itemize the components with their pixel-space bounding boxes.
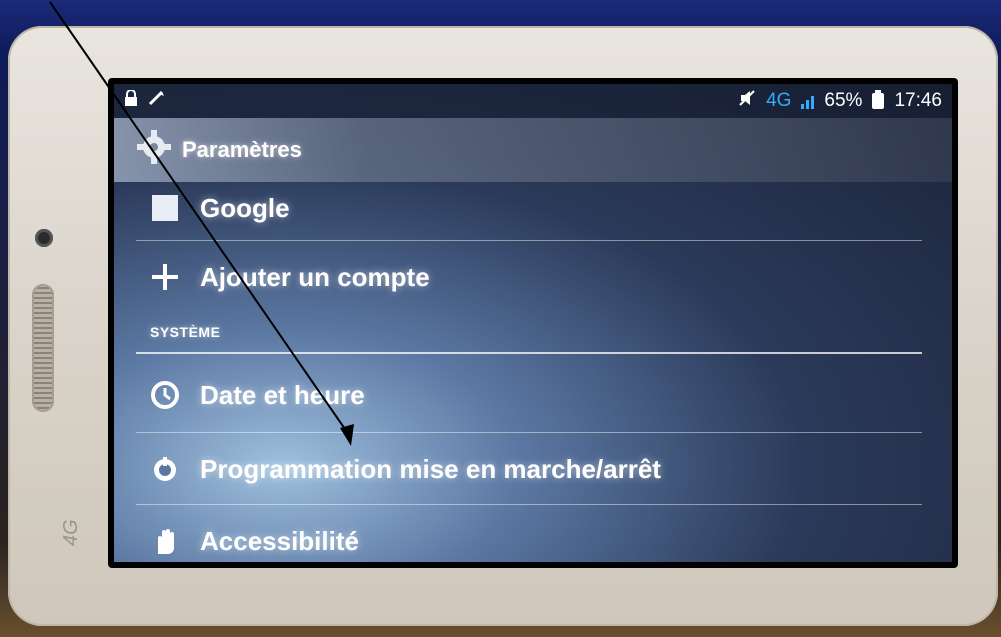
hand-icon [150, 526, 180, 556]
accessibility-item[interactable]: Accessibilité [114, 506, 952, 562]
clock-icon [150, 380, 180, 410]
front-camera [35, 229, 53, 247]
battery-percent: 65% [824, 90, 863, 111]
settings-display: 4G 65% 17:46 Paramètres Google Ajouter u… [114, 84, 952, 562]
section-divider [136, 352, 922, 354]
section-header-system: SYSTÈME [150, 324, 221, 340]
add-account-item[interactable]: Ajouter un compte [114, 242, 952, 312]
signal-icon [801, 93, 815, 109]
phone-brand-label: 4G [60, 519, 82, 546]
divider [136, 240, 922, 241]
date-time-label: Date et heure [200, 379, 365, 410]
battery-icon [872, 90, 885, 109]
power-schedule-icon [150, 454, 180, 484]
action-bar: Paramètres [114, 118, 952, 182]
accessibility-label: Accessibilité [200, 525, 359, 556]
usb-icon [148, 90, 166, 112]
divider [136, 504, 922, 505]
power-schedule-label: Programmation mise en marche/arrêt [200, 453, 661, 484]
plus-icon [150, 262, 180, 292]
clock-time: 17:46 [894, 90, 942, 111]
power-schedule-item[interactable]: Programmation mise en marche/arrêt [114, 434, 952, 504]
network-type: 4G [766, 90, 792, 111]
google-account-item[interactable]: Google [114, 180, 952, 236]
divider [136, 432, 922, 433]
mute-icon [738, 89, 756, 113]
google-icon [150, 193, 180, 223]
screen: 4G 65% 17:46 Paramètres Google Ajouter u… [108, 78, 958, 568]
earpiece-speaker [32, 284, 54, 412]
settings-gear-icon[interactable] [134, 127, 174, 173]
date-time-item[interactable]: Date et heure [114, 360, 952, 430]
lock-icon [124, 89, 138, 112]
add-account-label: Ajouter un compte [200, 261, 430, 292]
page-title: Paramètres [182, 137, 302, 162]
status-bar: 4G 65% 17:46 [114, 84, 952, 118]
google-account-label: Google [200, 192, 290, 223]
